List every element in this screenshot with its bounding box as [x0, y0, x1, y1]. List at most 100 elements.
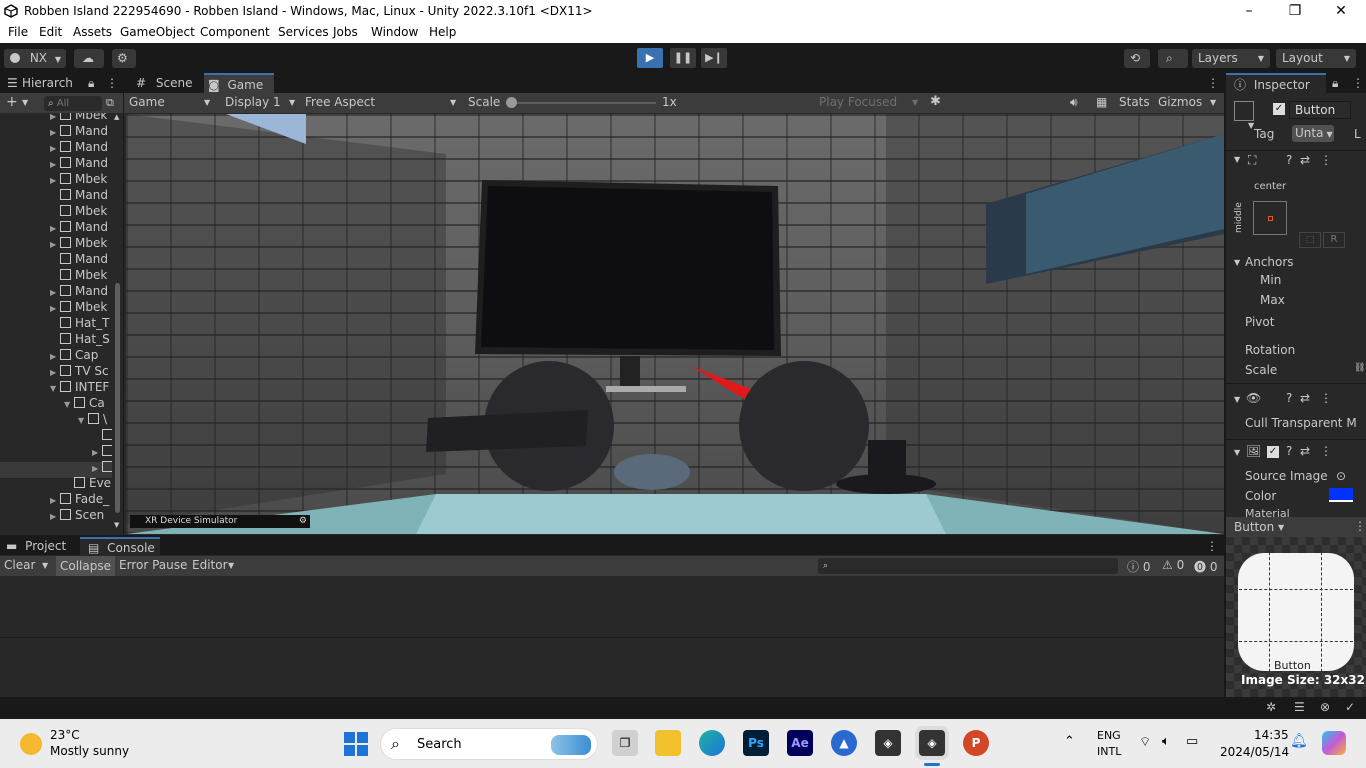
copilot-icon[interactable]: [1322, 731, 1346, 755]
editor-dropdown[interactable]: Editor: [192, 558, 228, 572]
settings-icon[interactable]: ⚙: [299, 515, 307, 528]
expand-down-icon[interactable]: ▼: [64, 397, 74, 413]
chevron-down-icon[interactable]: ▼: [1278, 523, 1284, 532]
more-icon[interactable]: ⋮: [1320, 444, 1332, 458]
chevron-down-icon[interactable]: ▼: [1210, 98, 1216, 107]
error-pause-button[interactable]: Error Pause: [119, 558, 187, 572]
hierarchy-item[interactable]: ▶ Mand: [50, 219, 108, 235]
blueprint-mode-button[interactable]: ⬚: [1299, 232, 1321, 248]
help-icon[interactable]: ?: [1286, 153, 1292, 167]
language-top[interactable]: ENG: [1097, 729, 1121, 742]
menu-file[interactable]: File: [8, 25, 28, 39]
tab-game[interactable]: ◙ Game: [204, 73, 274, 93]
tab-project[interactable]: ▬ Project: [0, 537, 80, 555]
chevron-down-icon[interactable]: ▼: [228, 561, 234, 570]
menu-window[interactable]: Window: [371, 25, 418, 39]
chevron-down-icon[interactable]: ▼: [1234, 155, 1240, 164]
hierarchy-item[interactable]: Mand: [50, 187, 108, 203]
grid-icon[interactable]: ▦: [1096, 95, 1107, 109]
chevron-down-icon[interactable]: ▼: [22, 98, 28, 107]
clock-date[interactable]: 2024/05/14: [1220, 745, 1289, 759]
menu-edit[interactable]: Edit: [39, 25, 62, 39]
more-icon[interactable]: ⋮: [1320, 153, 1332, 167]
tag-dropdown[interactable]: Unta ▼: [1292, 125, 1334, 142]
start-icon[interactable]: [344, 732, 368, 756]
lock-icon[interactable]: 🔒︎: [1332, 73, 1338, 93]
anchor-presets-button[interactable]: [1253, 201, 1287, 235]
hierarchy-item[interactable]: ▶ Mbek: [50, 235, 107, 251]
collab-icon[interactable]: ⊗: [1320, 700, 1330, 714]
xr-device-simulator-bar[interactable]: XR Device Simulator ⚙: [130, 515, 310, 528]
chevron-down-icon[interactable]: ▼: [1234, 258, 1240, 267]
hierarchy-item[interactable]: Mand: [50, 251, 108, 267]
image-enabled-checkbox[interactable]: ✓: [1267, 446, 1279, 458]
unity-hub-icon[interactable]: ▲: [831, 730, 857, 756]
menu-help[interactable]: Help: [429, 25, 456, 39]
hierarchy-item[interactable]: ▶ Mand: [50, 139, 108, 155]
scrollbar-thumb[interactable]: [115, 283, 120, 513]
chevron-down-icon[interactable]: ▼: [289, 98, 295, 107]
preview-dropdown[interactable]: Button: [1234, 520, 1274, 534]
game-viewport[interactable]: XR Device Simulator ⚙: [126, 114, 1224, 534]
hierarchy-item[interactable]: ▼ \: [78, 411, 107, 427]
console-search-input[interactable]: ⌕: [818, 558, 1118, 574]
chevron-down-icon[interactable]: ▼: [1234, 395, 1240, 404]
info-count-button[interactable]: ⓘ 0: [1127, 558, 1150, 575]
hierarchy-item[interactable]: ▶ Fade_: [50, 491, 109, 507]
presets-icon[interactable]: ⇄: [1300, 391, 1310, 405]
aspect-dropdown[interactable]: Free Aspect: [305, 95, 375, 109]
hierarchy-item[interactable]: ▼ Ca: [64, 395, 105, 411]
console-log-list[interactable]: [0, 576, 1224, 636]
menu-jobs[interactable]: Jobs: [333, 25, 358, 39]
unity-editor-active-icon[interactable]: ◈: [919, 730, 945, 756]
gizmos-button[interactable]: Gizmos: [1158, 95, 1202, 109]
clock-time[interactable]: 14:35: [1254, 728, 1289, 742]
chevron-down-icon[interactable]: ▼: [912, 98, 918, 107]
hierarchy-search-input[interactable]: ⌕ All: [44, 96, 102, 111]
collapse-button[interactable]: Collapse: [56, 556, 115, 576]
clear-button[interactable]: Clear: [4, 558, 35, 572]
tab-scene[interactable]: # Scene: [124, 73, 204, 93]
warning-count-button[interactable]: ⚠ 0: [1162, 558, 1184, 572]
help-icon[interactable]: ?: [1286, 391, 1292, 405]
more-icon[interactable]: ⋮: [1352, 73, 1364, 93]
weather-desc[interactable]: Mostly sunny: [50, 744, 129, 758]
powerpoint-icon[interactable]: P: [963, 730, 989, 756]
account-dropdown[interactable]: NX ▼: [4, 49, 66, 68]
taskbar-search-box[interactable]: ⌕ Search: [380, 728, 598, 760]
tab-console[interactable]: ▤ Console: [80, 537, 160, 555]
hierarchy-item[interactable]: ▶ TV Sc: [50, 363, 109, 379]
hierarchy-item[interactable]: Eve: [64, 475, 111, 491]
notification-bell-icon[interactable]: 🔔︎: [1290, 733, 1308, 749]
unity-icon[interactable]: ◈: [875, 730, 901, 756]
maximize-button[interactable]: ❐: [1272, 0, 1318, 23]
language-bottom[interactable]: INTL: [1097, 745, 1121, 758]
scale-slider-handle[interactable]: [506, 97, 517, 108]
sun-icon[interactable]: [20, 733, 42, 755]
color-swatch[interactable]: [1329, 488, 1353, 502]
cloud-button[interactable]: ☁: [74, 49, 104, 68]
raw-edit-button[interactable]: R: [1323, 232, 1345, 248]
scroll-up-icon[interactable]: ▲: [114, 113, 119, 121]
hierarchy-item[interactable]: ▶I: [92, 459, 112, 475]
hierarchy-item[interactable]: ▶: [92, 443, 112, 459]
more-icon[interactable]: ⋮: [1354, 519, 1366, 533]
hierarchy-item[interactable]: Mbek: [50, 203, 107, 219]
more-icon[interactable]: ⋮: [106, 73, 118, 93]
hierarchy-item[interactable]: ▶ Mand: [50, 155, 108, 171]
more-icon[interactable]: ⋮: [1206, 537, 1218, 555]
wifi-icon[interactable]: ⌔: [1139, 734, 1151, 750]
menu-gameobject[interactable]: GameObject: [120, 25, 195, 39]
chevron-down-icon[interactable]: ▼: [204, 98, 210, 107]
presets-icon[interactable]: ⇄: [1300, 153, 1310, 167]
link-icon[interactable]: ⛓: [1354, 363, 1365, 373]
lock-icon[interactable]: 🔒︎: [88, 73, 94, 93]
chevron-up-icon[interactable]: ⌃: [1064, 734, 1075, 749]
chevron-down-icon[interactable]: ▼: [42, 561, 48, 570]
hierarchy-item[interactable]: ▶ Mbek: [50, 113, 107, 123]
hierarchy-item[interactable]: ▶ Mand: [50, 283, 108, 299]
hierarchy-item[interactable]: Hat_T: [50, 315, 109, 331]
layers-icon[interactable]: ☰: [1294, 700, 1305, 714]
object-name-field[interactable]: Button: [1289, 101, 1351, 119]
scroll-down-icon[interactable]: ▼: [114, 521, 119, 529]
